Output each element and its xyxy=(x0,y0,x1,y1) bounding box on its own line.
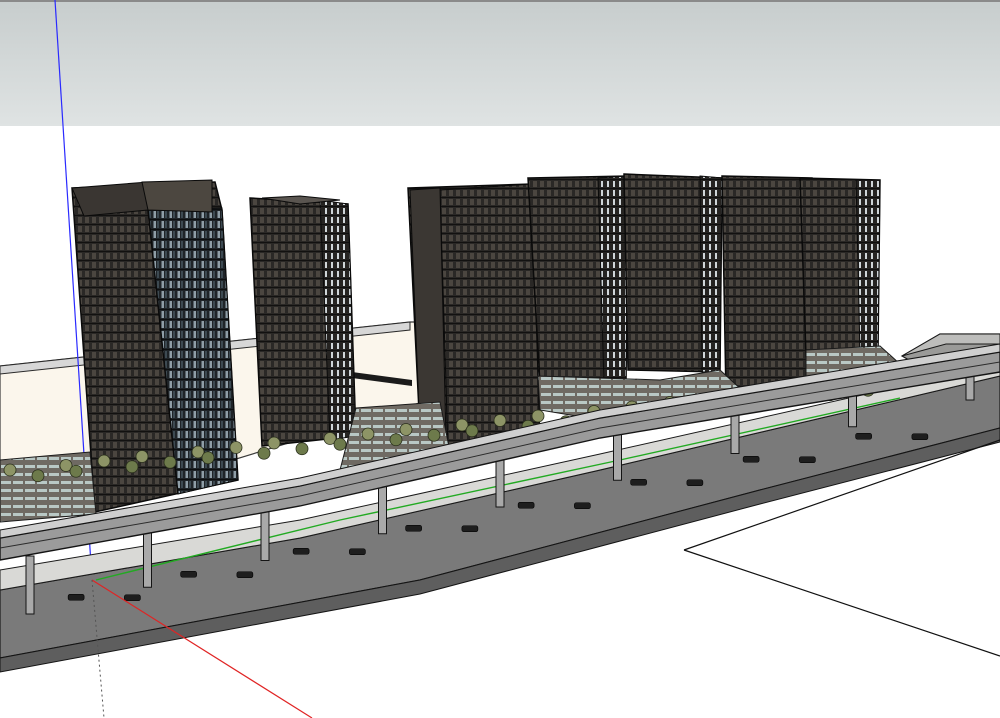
car xyxy=(855,432,872,440)
car xyxy=(124,594,141,602)
tower-2[interactable] xyxy=(249,195,357,447)
lowrise-left xyxy=(0,451,97,523)
tree xyxy=(97,454,111,468)
viaduct-pier xyxy=(378,482,387,535)
tree xyxy=(361,427,375,441)
tree xyxy=(69,464,83,478)
car xyxy=(461,525,479,533)
viaduct-pier xyxy=(25,555,35,615)
tree xyxy=(389,433,403,447)
car xyxy=(517,501,535,509)
viaduct-pier xyxy=(260,506,270,561)
car xyxy=(911,433,929,441)
tower-1[interactable] xyxy=(71,179,239,513)
car xyxy=(292,547,310,555)
tree xyxy=(229,441,243,454)
tree xyxy=(267,436,281,450)
tree xyxy=(493,414,507,427)
car xyxy=(686,479,704,487)
car xyxy=(349,548,366,556)
scene-canvas[interactable] xyxy=(0,0,1000,718)
car xyxy=(630,478,647,486)
tree xyxy=(201,451,215,465)
car xyxy=(742,455,760,463)
tree xyxy=(531,409,545,423)
car xyxy=(574,502,591,510)
tree xyxy=(333,437,347,451)
viaduct-pier xyxy=(495,457,505,508)
modeling-viewport[interactable] xyxy=(0,0,1000,718)
viaduct-pier xyxy=(143,531,152,588)
tower-4[interactable] xyxy=(527,175,629,385)
tree xyxy=(295,442,309,456)
tree xyxy=(163,455,177,469)
tree xyxy=(135,450,149,463)
tree xyxy=(427,428,441,442)
viaduct-pier xyxy=(613,433,622,481)
tree xyxy=(465,424,479,438)
tower-5[interactable] xyxy=(623,173,723,373)
car xyxy=(236,571,254,579)
tree xyxy=(3,463,17,477)
car xyxy=(799,456,816,464)
tree xyxy=(125,460,139,474)
car xyxy=(405,524,422,532)
car xyxy=(67,593,85,601)
car xyxy=(180,570,197,578)
tree xyxy=(399,423,413,436)
sky-band xyxy=(0,0,1000,126)
tree xyxy=(257,446,271,460)
tree xyxy=(31,469,45,483)
